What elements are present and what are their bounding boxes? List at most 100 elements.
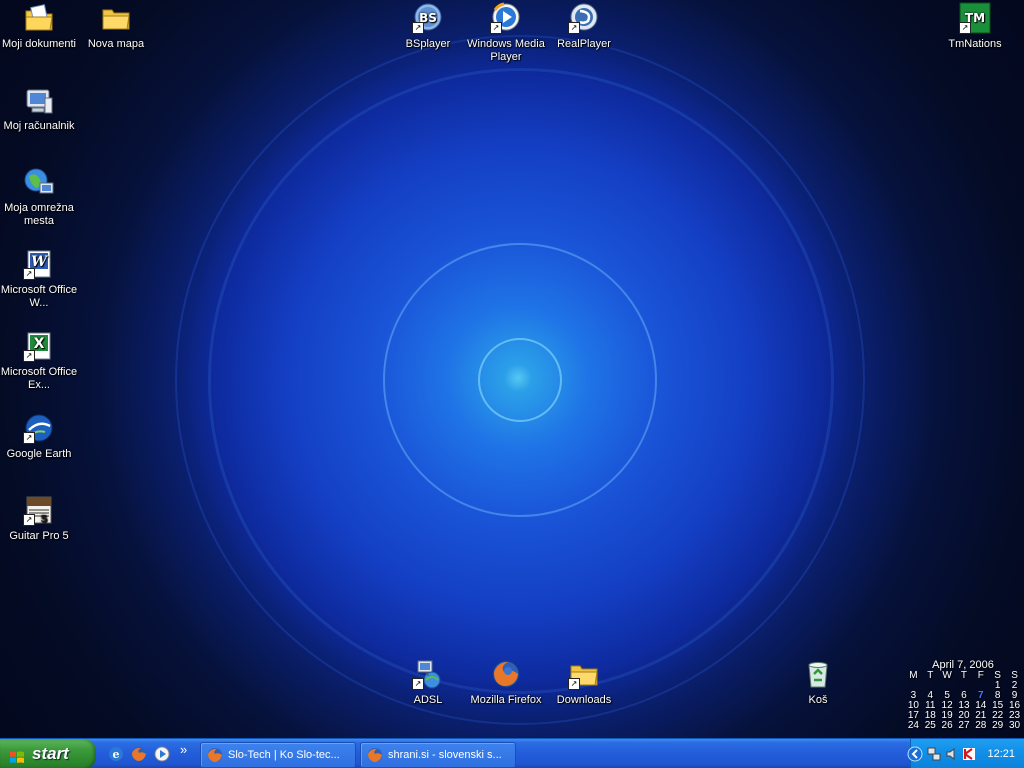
calendar-widget: April 7, 2006 M T W T F S S 1 2 3 4 5 6 … (903, 659, 1023, 731)
desktop-icon-guitar-pro[interactable]: 5 ↗ Guitar Pro 5 (0, 494, 81, 543)
start-button[interactable]: start (0, 739, 96, 768)
taskbar-button-shrani[interactable]: shrani.si - slovenski s... (360, 742, 516, 768)
desktop-icon-network-places[interactable]: Moja omrežna mesta (0, 166, 81, 228)
svg-text:5: 5 (41, 514, 48, 525)
taskbar-clock[interactable]: 12:21 (987, 739, 1015, 768)
calendar-week-row: 24 25 26 27 28 29 30 (905, 721, 1023, 731)
shortcut-arrow-icon: ↗ (412, 22, 424, 34)
show-hidden-icons-chevron-icon[interactable] (907, 746, 923, 762)
guitar-pro-icon: 5 ↗ (23, 494, 55, 526)
shortcut-arrow-icon: ↗ (23, 432, 35, 444)
desktop-icon-my-documents[interactable]: Moji dokumenti (0, 2, 81, 51)
my-computer-icon (23, 84, 55, 116)
wallpaper-outer-ring (175, 35, 865, 725)
wallpaper-core-ring (478, 338, 562, 422)
calendar-weekday-row: M T W T F S S (905, 671, 1023, 681)
excel-icon: X ↗ (23, 330, 55, 362)
start-label: start (32, 744, 69, 763)
desktop-icon-label: ADSL (413, 694, 443, 706)
desktop-icon-google-earth[interactable]: ↗ Google Earth (0, 412, 81, 461)
desktop-icon-label: Nova mapa (87, 38, 145, 50)
firefox-icon (367, 747, 383, 763)
realplayer-icon: ↗ (568, 2, 600, 34)
calendar-day: 27 (958, 720, 970, 731)
desktop-icon-label: Koš (808, 694, 828, 706)
desktop-icon-label: RealPlayer (557, 38, 611, 50)
firefox-icon (207, 747, 223, 763)
quick-launch-overflow-chevron[interactable]: » (180, 742, 196, 758)
desktop-icon-adsl[interactable]: ↗ ADSL (386, 658, 470, 707)
shortcut-arrow-icon: ↗ (23, 268, 35, 280)
calendar-day: 25 (924, 720, 936, 731)
calendar-grid: M T W T F S S 1 2 3 4 5 6 7 8 9 10 11 12… (905, 671, 1023, 731)
system-tray: 12:21 (907, 739, 1024, 768)
taskbar-button-slotech[interactable]: Slo-Tech | Ko Slo-tec... (200, 742, 356, 768)
volume-tray-icon[interactable] (945, 747, 959, 761)
calendar-weekday: M (909, 670, 918, 681)
google-earth-icon: ↗ (23, 412, 55, 444)
taskbar-button-label: shrani.si - slovenski s... (388, 749, 502, 761)
firefox-icon (490, 658, 522, 690)
network-places-icon (23, 166, 55, 198)
desktop-icon-label: Guitar Pro 5 (9, 530, 69, 542)
desktop-icon-label: Google Earth (6, 448, 72, 460)
desktop-icon-recycle-bin[interactable]: Koš (776, 658, 860, 707)
desktop-icon-label: Mozilla Firefox (470, 694, 542, 706)
wallpaper-inner-ring (383, 243, 657, 517)
calendar-weekday: W (942, 670, 952, 681)
calendar-day: 24 (907, 720, 919, 731)
desktop-icon-nova-mapa[interactable]: Nova mapa (74, 2, 158, 51)
windows-flag-icon (9, 746, 25, 763)
svg-text:X: X (34, 336, 45, 352)
desktop-icon-windows-media-player[interactable]: ↗ Windows Media Player (464, 2, 548, 64)
desktop-icon-label: Moj računalnik (3, 120, 75, 132)
shortcut-arrow-icon: ↗ (568, 678, 580, 690)
calendar-weekday: F (977, 670, 984, 681)
shortcut-arrow-icon: ↗ (568, 22, 580, 34)
calendar-day: 28 (975, 720, 987, 731)
quick-launch-firefox-icon[interactable] (131, 746, 147, 762)
desktop[interactable]: Moji dokumenti Nova mapa Moj računalnik … (0, 0, 1024, 738)
quick-launch-ie-icon[interactable]: e (108, 746, 124, 762)
taskbar: start e » Slo-Tech | Ko Slo-tec... shran… (0, 738, 1024, 768)
folder-icon: ↗ (568, 658, 600, 690)
calendar-weekday: T (927, 670, 934, 681)
taskbar-button-label: Slo-Tech | Ko Slo-tec... (228, 749, 340, 761)
desktop-icon-label: Microsoft Office Ex... (0, 366, 78, 391)
desktop-icon-label: BSplayer (405, 38, 451, 50)
quick-launch-media-player-icon[interactable] (154, 746, 170, 762)
network-connection-icon: ↗ (412, 658, 444, 690)
desktop-icon-label: Microsoft Office W... (0, 284, 78, 309)
shortcut-arrow-icon: ↗ (23, 514, 35, 526)
recycle-bin-icon (802, 658, 834, 690)
desktop-icon-label: Windows Media Player (467, 38, 545, 63)
desktop-icon-firefox[interactable]: Mozilla Firefox (464, 658, 548, 707)
shortcut-arrow-icon: ↗ (412, 678, 424, 690)
tmnations-icon: TM ↗ (959, 2, 991, 34)
my-documents-icon (23, 2, 55, 34)
desktop-icon-label: Downloads (556, 694, 612, 706)
word-icon: W ↗ (23, 248, 55, 280)
antivirus-tray-icon[interactable] (962, 747, 976, 761)
desktop-icon-label: TmNations (948, 38, 1002, 50)
desktop-icon-realplayer[interactable]: ↗ RealPlayer (542, 2, 626, 51)
desktop-icon-label: Moji dokumenti (2, 38, 76, 50)
desktop-icon-my-computer[interactable]: Moj računalnik (0, 84, 81, 133)
shortcut-arrow-icon: ↗ (959, 22, 971, 34)
bsplayer-icon: BS ↗ (412, 2, 444, 34)
calendar-day: 26 (941, 720, 953, 731)
desktop-icon-bsplayer[interactable]: BS ↗ BSplayer (386, 2, 470, 51)
shortcut-arrow-icon: ↗ (23, 350, 35, 362)
desktop-icon-tmnations[interactable]: TM ↗ TmNations (933, 2, 1017, 51)
desktop-icon-downloads[interactable]: ↗ Downloads (542, 658, 626, 707)
wallpaper-mid-ring (208, 68, 834, 694)
desktop-icon-excel[interactable]: X ↗ Microsoft Office Ex... (0, 330, 81, 392)
calendar-weekday: T (960, 670, 967, 681)
svg-text:e: e (113, 748, 120, 761)
windows-media-player-icon: ↗ (490, 2, 522, 34)
desktop-icon-word[interactable]: W ↗ Microsoft Office W... (0, 248, 81, 310)
calendar-day: 30 (1008, 720, 1021, 731)
folder-icon (100, 2, 132, 34)
network-tray-icon[interactable] (927, 747, 941, 761)
desktop-icon-label: Moja omrežna mesta (4, 202, 74, 227)
